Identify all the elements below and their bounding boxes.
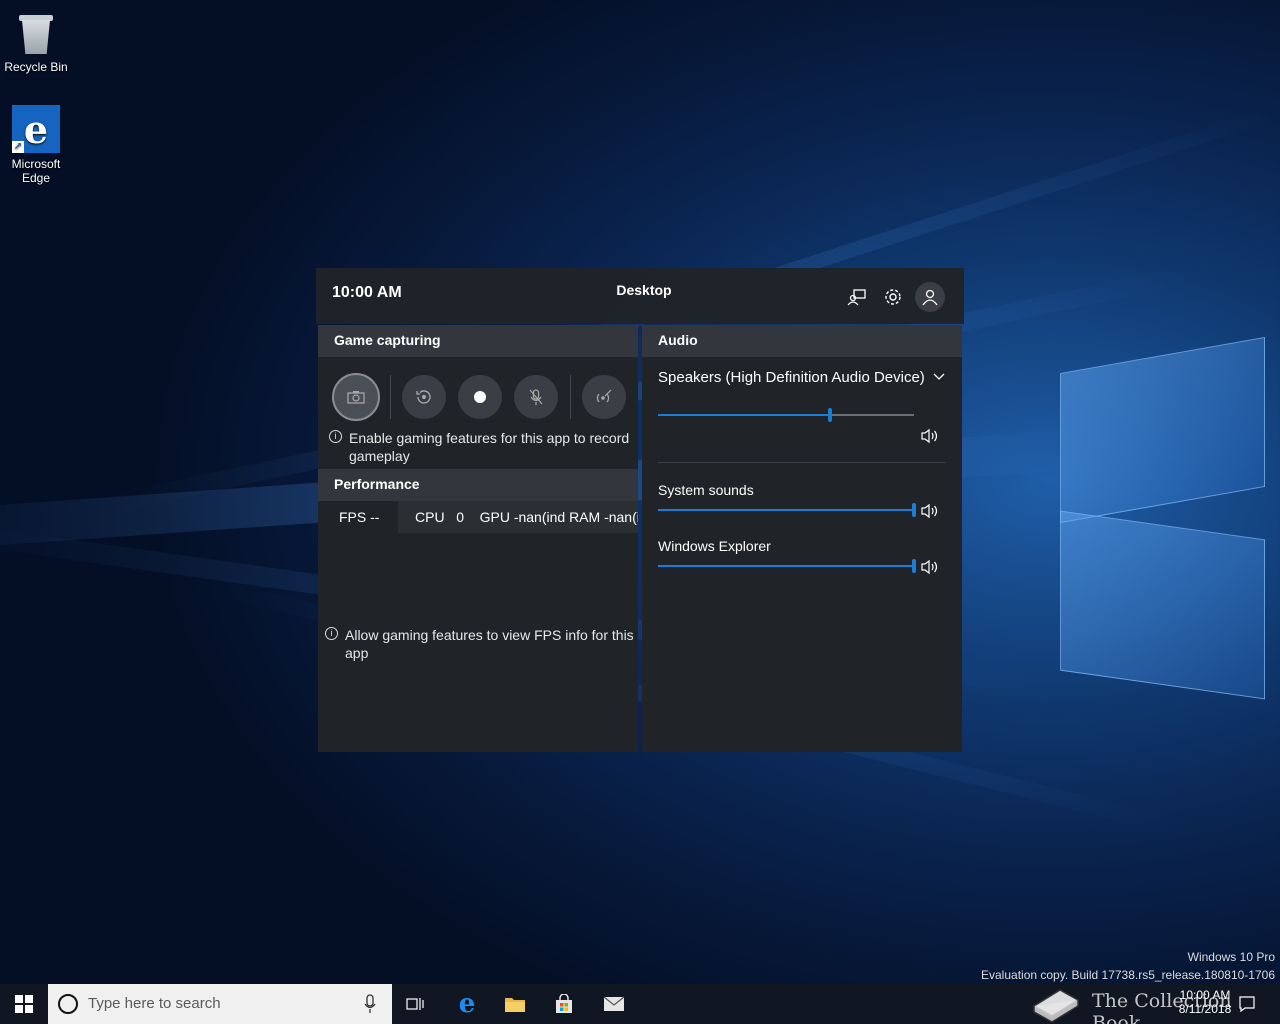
slider-thumb[interactable]: [912, 503, 916, 517]
mail-icon: [603, 996, 625, 1011]
desktop-icon-label: Recycle Bin: [4, 60, 68, 74]
master-volume-slider[interactable]: [658, 408, 914, 422]
edition-watermark: Windows 10 Pro: [1187, 950, 1275, 964]
capture-note: i Enable gaming features for this app to…: [329, 429, 634, 465]
record-last-icon: [416, 390, 431, 404]
slider-thumb[interactable]: [827, 408, 832, 422]
audio-heading: Audio: [642, 325, 962, 357]
windows-explorer-volume-slider[interactable]: [658, 559, 916, 573]
info-icon: i: [325, 627, 338, 640]
collection-book-watermark: The Collection Book: [1030, 974, 1280, 1024]
mail-button[interactable]: [590, 984, 638, 1024]
shortcut-arrow-icon: ↗: [12, 141, 24, 153]
camera-icon: [347, 391, 365, 404]
audio-panel: Audio Speakers (High Definition Audio De…: [642, 325, 962, 752]
slider-fill: [658, 414, 830, 416]
book-logo-icon: [1032, 989, 1080, 1023]
slider-fill: [658, 509, 914, 511]
start-recording-button[interactable]: [458, 375, 502, 419]
volume-icon[interactable]: [920, 559, 940, 575]
store-icon: [556, 994, 572, 1013]
gpu-ram-readout: GPU -nan(ind RAM -nan(ind: [479, 509, 638, 525]
separator: [570, 375, 571, 419]
performance-heading: Performance: [318, 469, 638, 501]
file-explorer-button[interactable]: [491, 984, 539, 1024]
desktop-icon-recycle-bin[interactable]: Recycle Bin: [0, 8, 72, 74]
windows-start-icon: [15, 995, 33, 1013]
volume-icon[interactable]: [920, 428, 940, 444]
store-button[interactable]: [540, 984, 588, 1024]
desktop-icon-microsoft-edge[interactable]: e ↗ Microsoft Edge: [0, 105, 72, 185]
broadcast-icon: [596, 389, 612, 403]
cpu-label: CPU: [415, 509, 445, 525]
edge-taskbar-button[interactable]: e: [443, 984, 491, 1024]
cortana-icon: [58, 994, 78, 1014]
mic-off-icon: [529, 389, 543, 405]
edge-icon: e: [458, 989, 476, 1019]
performance-note: i Allow gaming features to view FPS info…: [325, 626, 635, 662]
microphone-toggle-button[interactable]: [514, 375, 558, 419]
separator: [390, 375, 391, 419]
search-placeholder: Type here to search: [88, 995, 221, 1012]
game-bar-title: Desktop: [616, 282, 672, 298]
divider: [658, 462, 946, 463]
desktop-icon-label: Microsoft Edge: [11, 157, 61, 185]
microphone-icon[interactable]: [364, 994, 376, 1018]
system-sounds-volume-slider[interactable]: [658, 503, 916, 517]
looking-for-group-button[interactable]: [842, 282, 872, 312]
account-icon: [922, 289, 938, 306]
app-volume-label: System sounds: [658, 482, 754, 498]
screenshot-button[interactable]: [332, 373, 380, 421]
resource-readout: CPU 0 GPU -nan(ind RAM -nan(ind: [398, 501, 638, 533]
taskbar-search-box[interactable]: Type here to search: [48, 984, 392, 1024]
slider-thumb[interactable]: [912, 559, 916, 573]
broadcast-button[interactable]: [582, 375, 626, 419]
slider-fill: [658, 565, 914, 567]
task-view-button[interactable]: [392, 984, 440, 1024]
output-device-select[interactable]: Speakers (High Definition Audio Device): [658, 369, 925, 386]
record-icon: [474, 391, 486, 403]
game-bar: 10:00 AM Desktop Game capturing i Enable…: [316, 268, 964, 756]
capture-heading: Game capturing: [318, 325, 638, 357]
collection-book-text: The Collection Book: [1092, 990, 1232, 1024]
windows-logo-wallpaper: [1060, 325, 1280, 700]
file-explorer-icon: [505, 998, 525, 1012]
app-volume-label: Windows Explorer: [658, 538, 771, 554]
info-icon: i: [329, 430, 342, 443]
game-bar-header: 10:00 AM Desktop: [316, 268, 964, 324]
gear-icon: [885, 289, 901, 305]
performance-stats: FPS -- CPU 0 GPU -nan(ind RAM -nan(ind: [318, 501, 638, 533]
task-view-icon: [406, 998, 424, 1010]
capture-panel: Game capturing i Enable gaming features …: [318, 325, 638, 752]
start-button[interactable]: [0, 984, 48, 1024]
record-last-button[interactable]: [402, 375, 446, 419]
chevron-down-icon[interactable]: [932, 369, 946, 388]
recycle-bin-icon: [18, 12, 54, 54]
account-button[interactable]: [915, 282, 945, 312]
cpu-value: 0: [456, 509, 465, 525]
volume-icon[interactable]: [920, 503, 940, 519]
edge-icon: e ↗: [12, 105, 60, 153]
settings-button[interactable]: [878, 282, 908, 312]
looking-for-group-icon: [847, 289, 866, 306]
fps-readout: FPS --: [318, 501, 398, 533]
